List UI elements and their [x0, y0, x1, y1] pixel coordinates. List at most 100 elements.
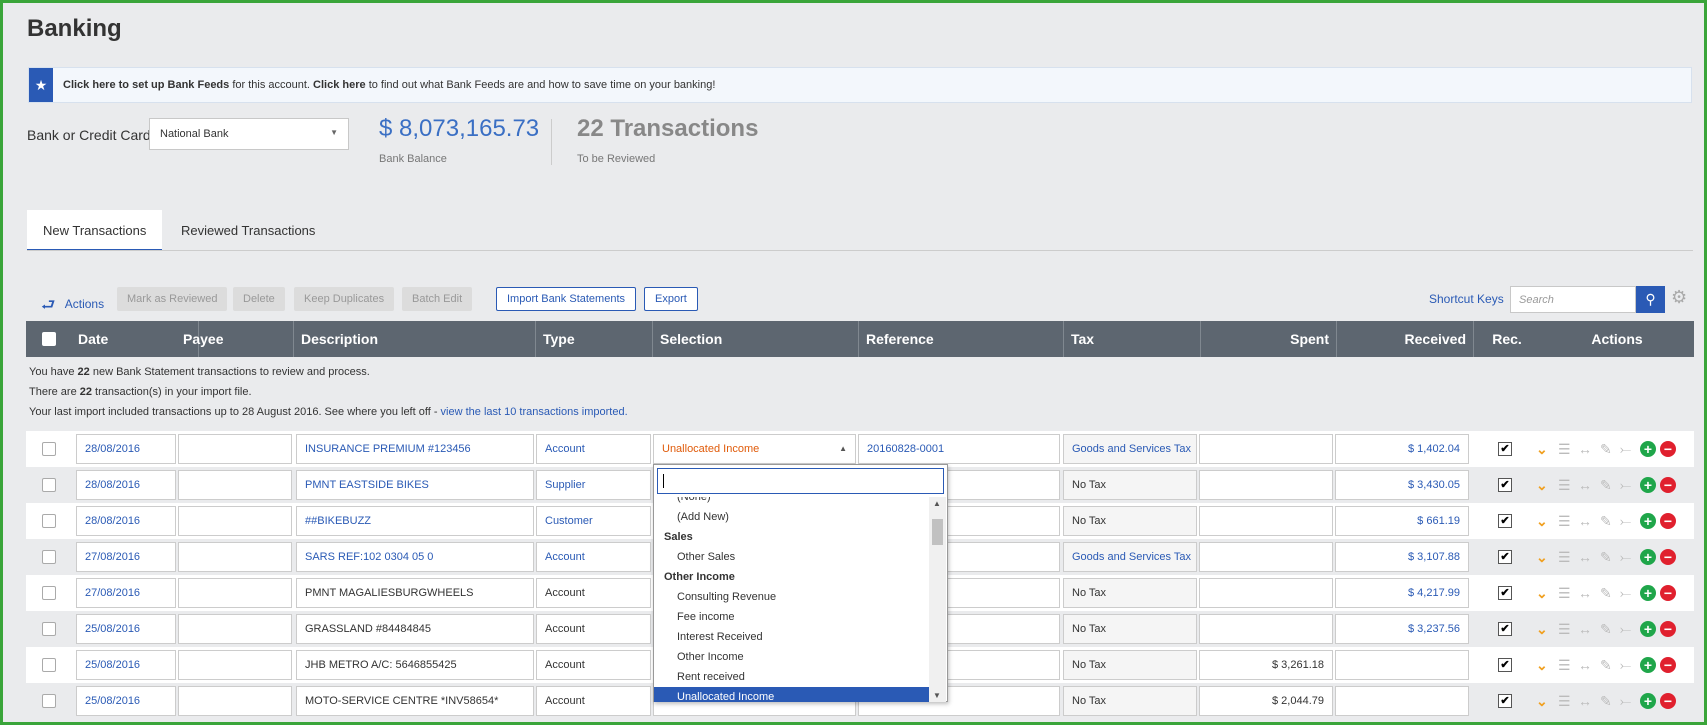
share-icon[interactable]: ⤚ [1620, 548, 1631, 566]
paperclip-icon[interactable]: ✎ [1600, 548, 1612, 566]
col-received[interactable]: Received [1337, 321, 1474, 357]
row-checkbox[interactable] [42, 622, 56, 636]
remove-icon[interactable]: − [1660, 693, 1676, 709]
type-field[interactable]: Supplier [536, 470, 651, 500]
dropdown-scrollbar[interactable]: ▲ ▼ [929, 497, 946, 702]
received-field[interactable]: $ 3,430.05 [1335, 470, 1469, 500]
col-spent[interactable]: Spent [1201, 321, 1337, 357]
payee-field[interactable] [178, 578, 292, 608]
split-lines-icon[interactable]: ☰ [1558, 476, 1571, 494]
type-field[interactable]: Account [536, 434, 651, 464]
type-field[interactable]: Account [536, 614, 651, 644]
split-lines-icon[interactable]: ☰ [1558, 620, 1571, 638]
payee-field[interactable] [178, 470, 292, 500]
split-lines-icon[interactable]: ☰ [1558, 656, 1571, 674]
col-reference[interactable]: Reference [859, 321, 1064, 357]
reconciled-checkbox[interactable]: ✔ [1498, 478, 1512, 492]
search-button[interactable]: ⚲ [1636, 286, 1665, 313]
remove-icon[interactable]: − [1660, 477, 1676, 493]
chevron-down-icon[interactable]: ⌄ [1536, 548, 1548, 566]
paperclip-icon[interactable]: ✎ [1600, 692, 1612, 710]
received-field[interactable] [1335, 686, 1469, 716]
tax-field[interactable]: Goods and Services Tax [1063, 434, 1197, 464]
gear-icon[interactable]: ⚙ [1671, 287, 1687, 308]
share-icon[interactable]: ⤚ [1620, 620, 1631, 638]
chevron-down-icon[interactable]: ⌄ [1536, 656, 1548, 674]
date-field[interactable]: 25/08/2016 [76, 614, 176, 644]
share-icon[interactable]: ⤚ [1620, 440, 1631, 458]
description-field[interactable]: JHB METRO A/C: 5646855425 [296, 650, 534, 680]
row-checkbox[interactable] [42, 442, 56, 456]
split-lines-icon[interactable]: ☰ [1558, 512, 1571, 530]
row-checkbox[interactable] [42, 478, 56, 492]
received-field[interactable]: $ 3,237.56 [1335, 614, 1469, 644]
dropdown-search-input[interactable] [657, 468, 944, 494]
share-icon[interactable]: ⤚ [1620, 476, 1631, 494]
received-field[interactable]: $ 3,107.88 [1335, 542, 1469, 572]
spent-field[interactable] [1199, 614, 1333, 644]
search-input[interactable]: Search [1510, 286, 1636, 313]
tax-field[interactable]: Goods and Services Tax [1063, 542, 1197, 572]
type-field[interactable]: Account [536, 686, 651, 716]
import-bank-statements-button[interactable]: Import Bank Statements [496, 287, 636, 311]
remove-icon[interactable]: − [1660, 621, 1676, 637]
tax-field[interactable]: No Tax [1063, 650, 1197, 680]
dropdown-option[interactable]: Fee income [654, 607, 930, 627]
tax-field[interactable]: No Tax [1063, 686, 1197, 716]
remove-icon[interactable]: − [1660, 513, 1676, 529]
dropdown-option[interactable]: Other Income [654, 647, 930, 667]
reconciled-checkbox[interactable]: ✔ [1498, 442, 1512, 456]
description-field[interactable]: SARS REF:102 0304 05 0 [296, 542, 534, 572]
dropdown-option[interactable]: Consulting Revenue [654, 587, 930, 607]
share-icon[interactable]: ⤚ [1620, 692, 1631, 710]
split-lines-icon[interactable]: ☰ [1558, 692, 1571, 710]
row-checkbox[interactable] [42, 658, 56, 672]
add-icon[interactable]: + [1640, 477, 1656, 493]
col-description[interactable]: Description [294, 321, 536, 357]
dropdown-option[interactable]: (None) [654, 497, 930, 507]
transfer-arrows-icon[interactable]: ↔ [1578, 584, 1592, 602]
type-field[interactable]: Account [536, 578, 651, 608]
spent-field[interactable] [1199, 434, 1333, 464]
transfer-arrows-icon[interactable]: ↔ [1578, 692, 1592, 710]
payee-field[interactable] [178, 434, 292, 464]
type-field[interactable]: Account [536, 650, 651, 680]
mark-reviewed-button[interactable]: Mark as Reviewed [117, 287, 228, 311]
description-field[interactable]: PMNT MAGALIESBURGWHEELS [296, 578, 534, 608]
spent-field[interactable]: $ 2,044.79 [1199, 686, 1333, 716]
spent-field[interactable] [1199, 506, 1333, 536]
remove-icon[interactable]: − [1660, 441, 1676, 457]
spent-field[interactable] [1199, 542, 1333, 572]
remove-icon[interactable]: − [1660, 549, 1676, 565]
share-icon[interactable]: ⤚ [1620, 584, 1631, 602]
reconciled-checkbox[interactable]: ✔ [1498, 550, 1512, 564]
date-field[interactable]: 25/08/2016 [76, 650, 176, 680]
tab-reviewed-transactions[interactable]: Reviewed Transactions [165, 210, 331, 251]
date-field[interactable]: 27/08/2016 [76, 578, 176, 608]
received-field[interactable]: $ 661.19 [1335, 506, 1469, 536]
dropdown-option[interactable]: Interest Received [654, 627, 930, 647]
actions-menu[interactable]: ⮐ Actions [41, 292, 104, 319]
col-payee[interactable]: Payee [176, 321, 294, 357]
chevron-down-icon[interactable]: ⌄ [1536, 512, 1548, 530]
chevron-down-icon[interactable]: ⌄ [1536, 620, 1548, 638]
transfer-arrows-icon[interactable]: ↔ [1578, 440, 1592, 458]
received-field[interactable]: $ 4,217.99 [1335, 578, 1469, 608]
spent-field[interactable] [1199, 578, 1333, 608]
batch-edit-button[interactable]: Batch Edit [402, 287, 473, 311]
date-field[interactable]: 28/08/2016 [76, 506, 176, 536]
select-all-checkbox[interactable] [42, 332, 56, 346]
tab-new-transactions[interactable]: New Transactions [27, 210, 163, 251]
bank-feeds-info-link[interactable]: Click here [313, 79, 366, 91]
type-field[interactable]: Account [536, 542, 651, 572]
add-icon[interactable]: + [1640, 513, 1656, 529]
reconciled-checkbox[interactable]: ✔ [1498, 622, 1512, 636]
view-last-imported-link[interactable]: view the last 10 transactions imported. [441, 406, 628, 418]
chevron-down-icon[interactable]: ⌄ [1536, 692, 1548, 710]
scroll-up-icon[interactable]: ▲ [933, 499, 941, 508]
reconciled-checkbox[interactable]: ✔ [1498, 586, 1512, 600]
row-checkbox[interactable] [42, 514, 56, 528]
scroll-down-icon[interactable]: ▼ [933, 691, 941, 700]
add-icon[interactable]: + [1640, 621, 1656, 637]
remove-icon[interactable]: − [1660, 585, 1676, 601]
